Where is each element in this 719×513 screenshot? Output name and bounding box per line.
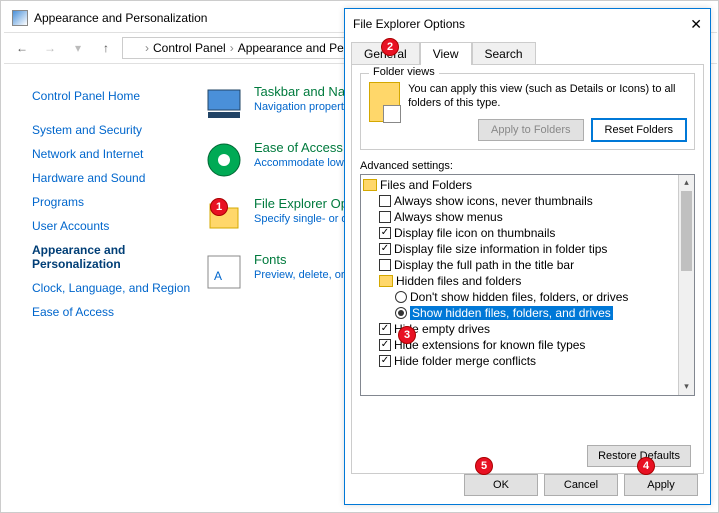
breadcrumb-item[interactable]: Control Panel	[153, 41, 226, 55]
tab-panel-view: Folder views You can apply this view (su…	[351, 64, 704, 474]
tree-root[interactable]: Files and Folders	[363, 177, 692, 193]
checkbox-icon[interactable]	[379, 259, 391, 271]
advanced-settings-tree[interactable]: Files and Folders Always show icons, neve…	[360, 174, 695, 396]
scroll-up-icon[interactable]: ▴	[679, 175, 694, 191]
sidebar-link[interactable]: User Accounts	[32, 214, 194, 238]
tree-label: Don't show hidden files, folders, or dri…	[410, 290, 628, 304]
tree-item[interactable]: Always show icons, never thumbnails	[363, 193, 692, 209]
sidebar-link[interactable]: Network and Internet	[32, 142, 194, 166]
checkbox-icon[interactable]	[379, 211, 391, 223]
dialog-buttons: OK Cancel Apply	[464, 474, 698, 496]
window-title: Appearance and Personalization	[34, 11, 207, 25]
dialog-titlebar: File Explorer Options ✕	[345, 9, 710, 39]
fonts-icon: A	[204, 252, 244, 292]
tab-search[interactable]: Search	[472, 42, 536, 65]
group-legend: Folder views	[369, 66, 439, 78]
annotation-badge-3: 3	[398, 326, 416, 344]
annotation-badge-4: 4	[637, 457, 655, 475]
sidebar-link[interactable]: Hardware and Sound	[32, 166, 194, 190]
checkbox-icon[interactable]: ✓	[379, 243, 391, 255]
reset-folders-button[interactable]: Reset Folders	[592, 119, 686, 141]
tree-item[interactable]: ✓Hide folder merge conflicts	[363, 353, 692, 369]
apply-button[interactable]: Apply	[624, 474, 698, 496]
tree-label: Always show icons, never thumbnails	[394, 194, 593, 208]
tab-view[interactable]: View	[420, 42, 472, 65]
file-explorer-options-dialog: File Explorer Options ✕ General View Sea…	[344, 8, 711, 505]
sidebar-link-active[interactable]: Appearance and Personalization	[32, 238, 194, 276]
dialog-title: File Explorer Options	[353, 17, 465, 31]
advanced-settings-label: Advanced settings:	[360, 160, 695, 172]
back-button[interactable]: ←	[10, 36, 34, 60]
close-icon[interactable]: ✕	[690, 16, 702, 33]
tree-label: Hide folder merge conflicts	[394, 354, 536, 368]
tree-item[interactable]: Always show menus	[363, 209, 692, 225]
forward-button[interactable]: →	[38, 36, 62, 60]
scrollbar[interactable]: ▴ ▾	[678, 175, 694, 395]
tree-label: Display file icon on thumbnails	[394, 226, 555, 240]
checkbox-icon[interactable]: ✓	[379, 339, 391, 351]
ok-button[interactable]: OK	[464, 474, 538, 496]
annotation-badge-2: 2	[381, 38, 399, 56]
tree-label: Hidden files and folders	[396, 274, 521, 288]
scroll-down-icon[interactable]: ▾	[679, 379, 694, 395]
sidebar: Control Panel Home System and Security N…	[4, 64, 194, 511]
checkbox-icon[interactable]: ✓	[379, 227, 391, 239]
tree-item[interactable]: Display the full path in the title bar	[363, 257, 692, 273]
taskbar-icon	[204, 84, 244, 124]
scroll-thumb[interactable]	[681, 191, 692, 271]
tree-label: Display the full path in the title bar	[394, 258, 574, 272]
apply-to-folders-button[interactable]: Apply to Folders	[478, 119, 583, 141]
folder-views-text: You can apply this view (such as Details…	[408, 82, 686, 111]
checkbox-icon[interactable]	[379, 195, 391, 207]
control-panel-icon	[12, 10, 28, 26]
chevron-right-icon: ›	[230, 41, 234, 55]
sidebar-link[interactable]: Ease of Access	[32, 300, 194, 324]
radio-icon[interactable]	[395, 307, 407, 319]
address-icon	[127, 41, 141, 55]
tree-label-selected: Show hidden files, folders, and drives	[410, 306, 613, 320]
tab-strip: General View Search	[345, 41, 710, 64]
chevron-right-icon: ›	[145, 41, 149, 55]
ease-of-access-icon	[204, 140, 244, 180]
tree-item[interactable]: Hidden files and folders	[363, 273, 692, 289]
radio-icon[interactable]	[395, 291, 407, 303]
tree-label: Always show menus	[394, 210, 503, 224]
up-button[interactable]: ↑	[94, 36, 118, 60]
folder-icon	[363, 179, 377, 191]
tree-item[interactable]: Don't show hidden files, folders, or dri…	[363, 289, 692, 305]
tree-label: Files and Folders	[380, 178, 472, 192]
tree-label: Display file size information in folder …	[394, 242, 607, 256]
tree-label: Hide extensions for known file types	[394, 338, 585, 352]
annotation-badge-1: 1	[210, 198, 228, 216]
checkbox-icon[interactable]: ✓	[379, 355, 391, 367]
tree-item[interactable]: ✓Display file size information in folder…	[363, 241, 692, 257]
folder-icon	[379, 275, 393, 287]
annotation-badge-5: 5	[475, 457, 493, 475]
tree-item[interactable]: ✓Display file icon on thumbnails	[363, 225, 692, 241]
sidebar-link[interactable]: Programs	[32, 190, 194, 214]
tree-item[interactable]: Show hidden files, folders, and drives	[363, 305, 692, 321]
folder-views-group: Folder views You can apply this view (su…	[360, 73, 695, 150]
sidebar-home[interactable]: Control Panel Home	[32, 84, 194, 108]
checkbox-icon[interactable]: ✓	[379, 323, 391, 335]
cancel-button[interactable]: Cancel	[544, 474, 618, 496]
svg-text:A: A	[214, 269, 222, 283]
folder-views-icon	[369, 82, 400, 122]
sidebar-link[interactable]: Clock, Language, and Region	[32, 276, 194, 300]
sidebar-link[interactable]: System and Security	[32, 118, 194, 142]
recent-dropdown[interactable]: ▾	[66, 36, 90, 60]
